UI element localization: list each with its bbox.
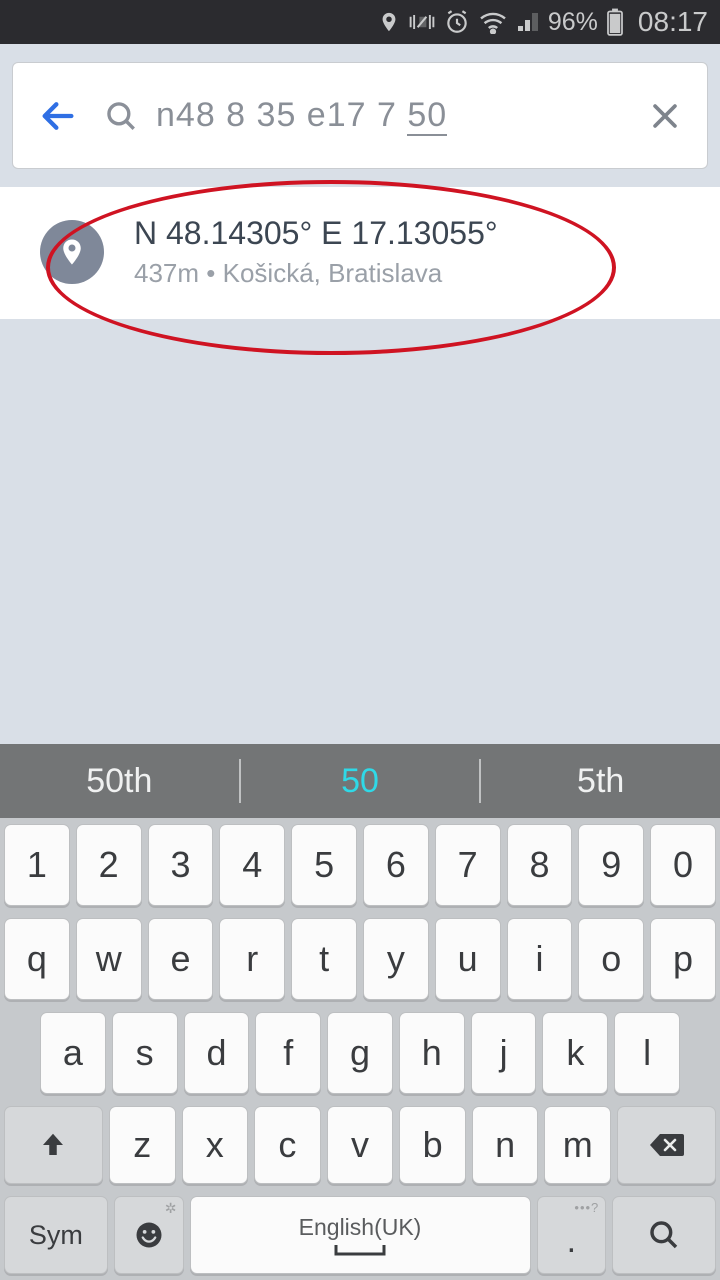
- key-row-3: z x c v b n m: [0, 1100, 720, 1190]
- key-c[interactable]: c: [254, 1106, 321, 1184]
- search-container: n48 8 35 e17 7 50: [0, 44, 720, 187]
- suggestion-mid[interactable]: 50: [241, 762, 480, 801]
- location-icon: [378, 9, 400, 35]
- result-subtitle: 437m • Košická, Bratislava: [134, 258, 498, 289]
- key-l[interactable]: l: [614, 1012, 680, 1094]
- key-5[interactable]: 5: [291, 824, 357, 906]
- clear-icon[interactable]: [648, 99, 682, 133]
- key-0[interactable]: 0: [650, 824, 716, 906]
- key-o[interactable]: o: [578, 918, 644, 1000]
- key-4[interactable]: 4: [219, 824, 285, 906]
- key-row-numbers: 1 2 3 4 5 6 7 8 9 0: [0, 818, 720, 912]
- battery-icon: [606, 8, 624, 36]
- key-a[interactable]: a: [40, 1012, 106, 1094]
- key-h[interactable]: h: [399, 1012, 465, 1094]
- key-e[interactable]: e: [148, 918, 214, 1000]
- map-pin-icon: [40, 220, 104, 284]
- space-key[interactable]: English(UK): [190, 1196, 531, 1274]
- key-i[interactable]: i: [507, 918, 573, 1000]
- key-q[interactable]: q: [4, 918, 70, 1000]
- key-6[interactable]: 6: [363, 824, 429, 906]
- key-s[interactable]: s: [112, 1012, 178, 1094]
- key-r[interactable]: r: [219, 918, 285, 1000]
- key-b[interactable]: b: [399, 1106, 466, 1184]
- ellipsis-icon: •••?: [574, 1200, 599, 1215]
- suggestion-right[interactable]: 5th: [481, 762, 720, 801]
- key-1[interactable]: 1: [4, 824, 70, 906]
- shift-key[interactable]: [4, 1106, 103, 1184]
- key-y[interactable]: y: [363, 918, 429, 1000]
- empty-area: [0, 319, 720, 744]
- battery-pct: 96%: [548, 8, 598, 37]
- search-result[interactable]: N 48.14305° E 17.13055° 437m • Košická, …: [0, 187, 720, 319]
- keyboard-language: English(UK): [299, 1214, 422, 1241]
- alarm-icon: [444, 9, 470, 35]
- suggestion-bar: 50th 50 5th: [0, 744, 720, 818]
- key-w[interactable]: w: [76, 918, 142, 1000]
- gear-icon: ✲: [165, 1200, 177, 1217]
- wifi-icon: [478, 10, 508, 34]
- key-8[interactable]: 8: [507, 824, 573, 906]
- key-row-4: Sym ✲ English(UK) •••? .: [0, 1190, 720, 1280]
- key-n[interactable]: n: [472, 1106, 539, 1184]
- search-icon: [104, 99, 138, 133]
- key-f[interactable]: f: [255, 1012, 321, 1094]
- key-g[interactable]: g: [327, 1012, 393, 1094]
- key-u[interactable]: u: [435, 918, 501, 1000]
- key-k[interactable]: k: [542, 1012, 608, 1094]
- vibrate-icon: [408, 10, 436, 34]
- emoji-key[interactable]: ✲: [114, 1196, 184, 1274]
- result-title: N 48.14305° E 17.13055°: [134, 215, 498, 252]
- search-text: n48 8 35 e17 7 50: [156, 96, 447, 135]
- key-m[interactable]: m: [544, 1106, 611, 1184]
- signal-icon: [516, 11, 540, 33]
- suggestion-left[interactable]: 50th: [0, 762, 239, 801]
- dot-key[interactable]: •••? .: [537, 1196, 607, 1274]
- key-9[interactable]: 9: [578, 824, 644, 906]
- key-x[interactable]: x: [182, 1106, 249, 1184]
- key-7[interactable]: 7: [435, 824, 501, 906]
- sym-key[interactable]: Sym: [4, 1196, 108, 1274]
- key-z[interactable]: z: [109, 1106, 176, 1184]
- key-3[interactable]: 3: [148, 824, 214, 906]
- key-p[interactable]: p: [650, 918, 716, 1000]
- keyboard: 50th 50 5th 1 2 3 4 5 6 7 8 9 0 q w: [0, 744, 720, 1280]
- status-bar: 96% 08:17: [0, 0, 720, 44]
- key-t[interactable]: t: [291, 918, 357, 1000]
- key-v[interactable]: v: [327, 1106, 394, 1184]
- search-input[interactable]: n48 8 35 e17 7 50: [104, 96, 622, 135]
- key-2[interactable]: 2: [76, 824, 142, 906]
- key-j[interactable]: j: [471, 1012, 537, 1094]
- key-d[interactable]: d: [184, 1012, 250, 1094]
- key-row-1: q w e r t y u i o p: [0, 912, 720, 1006]
- backspace-key[interactable]: [617, 1106, 716, 1184]
- search-key[interactable]: [612, 1196, 716, 1274]
- clock-time: 08:17: [638, 6, 708, 38]
- search-box: n48 8 35 e17 7 50: [12, 62, 708, 169]
- back-icon[interactable]: [38, 96, 78, 136]
- key-row-2: a s d f g h j k l: [0, 1006, 720, 1100]
